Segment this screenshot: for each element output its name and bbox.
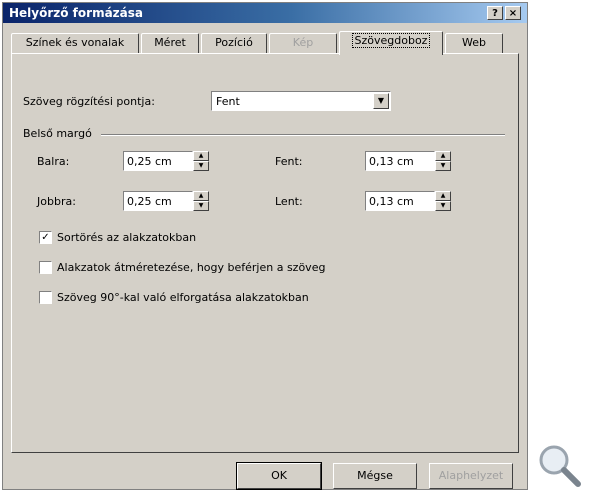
tab-web[interactable]: Web — [445, 33, 503, 53]
resize-shape-label: Alakzatok átméretezése, hogy beférjen a … — [57, 261, 326, 274]
spinner-arrows[interactable]: ▲ ▼ — [435, 151, 451, 171]
down-arrow-icon[interactable]: ▼ — [435, 161, 451, 171]
right-margin-label: Jobbra: — [37, 195, 76, 208]
up-arrow-icon[interactable]: ▲ — [193, 191, 209, 201]
right-margin-spinner[interactable]: 0,25 cm ▲ ▼ — [123, 191, 211, 211]
anchor-value: Fent — [216, 95, 240, 108]
tab-position[interactable]: Pozíció — [201, 33, 267, 53]
tab-textbox[interactable]: Szövegdoboz — [339, 31, 443, 55]
close-button[interactable]: × — [505, 6, 521, 20]
bottom-margin-label: Lent: — [275, 195, 303, 208]
group-divider — [101, 134, 505, 136]
cancel-button[interactable]: Mégse — [333, 463, 417, 489]
bottom-margin-spinner[interactable]: 0,13 cm ▲ ▼ — [365, 191, 453, 211]
anchor-select[interactable]: Fent ▼ — [211, 91, 391, 111]
right-margin-input[interactable]: 0,25 cm — [123, 191, 193, 211]
checkbox-box[interactable] — [39, 261, 52, 274]
help-button[interactable]: ? — [487, 6, 503, 20]
wrap-text-label: Sortörés az alakzatokban — [57, 231, 197, 244]
top-margin-label: Fent: — [275, 155, 303, 168]
ok-button[interactable]: OK — [236, 462, 322, 490]
anchor-label: Szöveg rögzítési pontja: — [23, 95, 155, 108]
checkmark-icon[interactable]: ✓ — [39, 231, 52, 244]
magnifier-icon[interactable] — [534, 440, 584, 490]
title-bar[interactable]: Helyőrző formázása ? × — [3, 3, 527, 23]
left-margin-input[interactable]: 0,25 cm — [123, 151, 193, 171]
spinner-arrows[interactable]: ▲ ▼ — [193, 151, 209, 171]
tab-picture[interactable]: Kép — [269, 33, 337, 53]
reset-button[interactable]: Alaphelyzet — [429, 463, 513, 489]
down-arrow-icon[interactable]: ▼ — [193, 201, 209, 211]
top-margin-input[interactable]: 0,13 cm — [365, 151, 435, 171]
up-arrow-icon[interactable]: ▲ — [435, 191, 451, 201]
margin-group-label: Belső margó — [23, 127, 92, 140]
down-arrow-icon[interactable]: ▼ — [435, 201, 451, 211]
chevron-down-icon[interactable]: ▼ — [373, 93, 389, 109]
bottom-margin-input[interactable]: 0,13 cm — [365, 191, 435, 211]
dialog-title: Helyőrző formázása — [9, 6, 143, 20]
down-arrow-icon[interactable]: ▼ — [193, 161, 209, 171]
dialog-window: Helyőrző formázása ? × Színek és vonalak… — [2, 2, 528, 490]
left-margin-spinner[interactable]: 0,25 cm ▲ ▼ — [123, 151, 211, 171]
rotate-text-label: Szöveg 90°-kal való elforgatása alakzato… — [57, 291, 309, 304]
left-margin-label: Balra: — [37, 155, 70, 168]
tab-panel — [11, 53, 519, 453]
top-margin-spinner[interactable]: 0,13 cm ▲ ▼ — [365, 151, 453, 171]
up-arrow-icon[interactable]: ▲ — [435, 151, 451, 161]
up-arrow-icon[interactable]: ▲ — [193, 151, 209, 161]
checkbox-box[interactable] — [39, 291, 52, 304]
spinner-arrows[interactable]: ▲ ▼ — [193, 191, 209, 211]
spinner-arrows[interactable]: ▲ ▼ — [435, 191, 451, 211]
tab-colors-lines[interactable]: Színek és vonalak — [11, 33, 139, 53]
tab-size[interactable]: Méret — [141, 33, 199, 53]
